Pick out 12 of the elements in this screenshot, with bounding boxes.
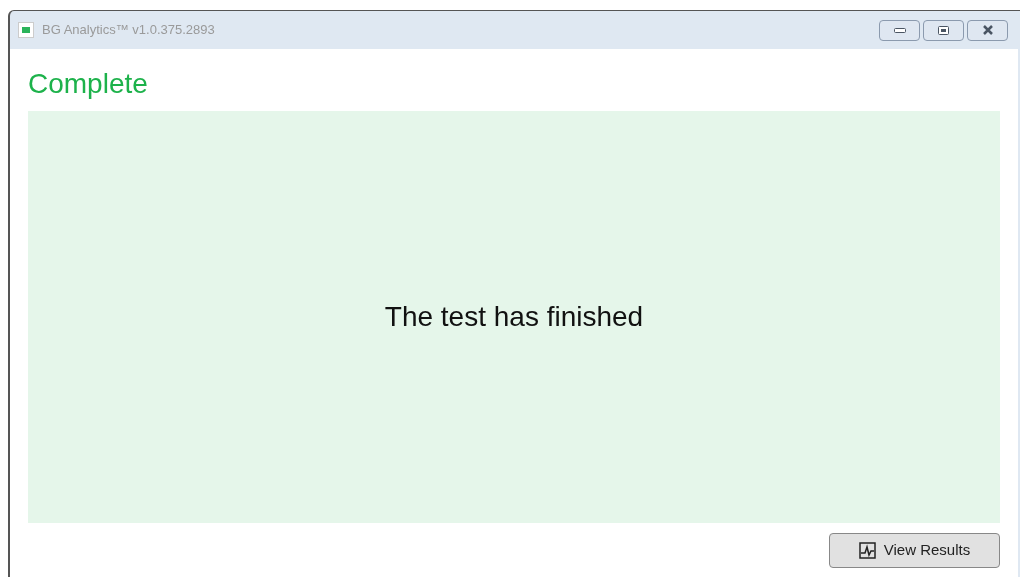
- view-results-button[interactable]: View Results: [829, 533, 1000, 568]
- close-button[interactable]: [967, 19, 1008, 41]
- maximize-button[interactable]: [923, 19, 964, 41]
- minimize-icon: [893, 27, 906, 33]
- app-icon: [18, 22, 34, 38]
- page-heading: Complete: [28, 67, 149, 101]
- chart-icon: [858, 542, 876, 559]
- window-title: BG Analytics™ v1.0.375.2893: [42, 21, 215, 40]
- close-icon: [981, 25, 994, 35]
- minimize-button[interactable]: [879, 19, 920, 41]
- status-message: The test has finished: [384, 300, 644, 334]
- maximize-icon: [938, 25, 949, 35]
